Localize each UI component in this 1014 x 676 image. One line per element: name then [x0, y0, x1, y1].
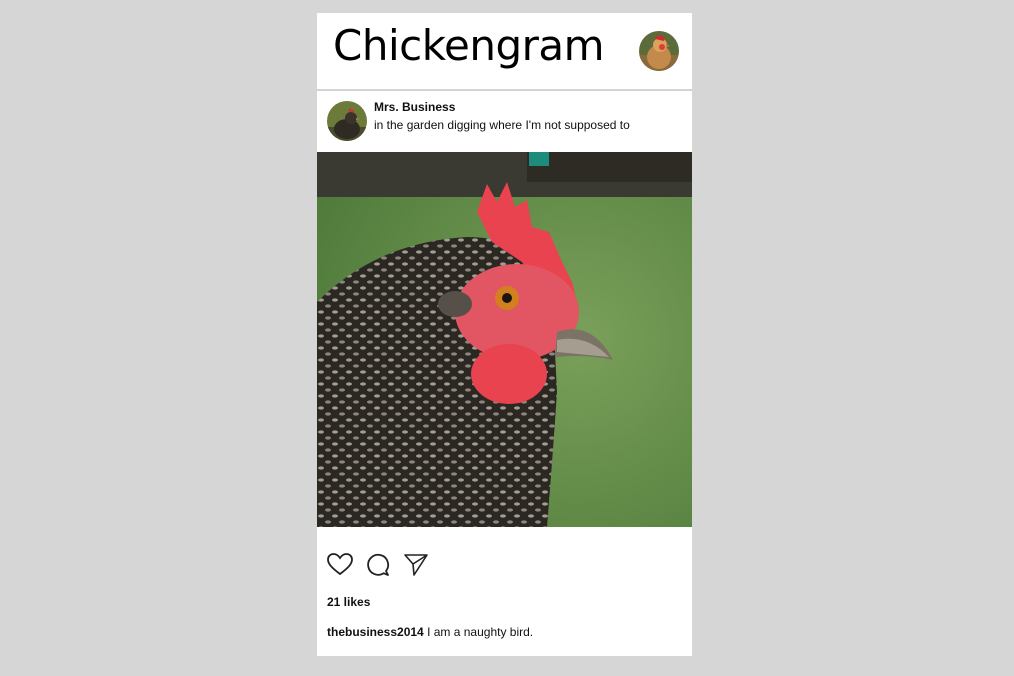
comment: thebusiness2014 I am a naughty bird. [327, 625, 533, 639]
app-title: Chickengram [333, 21, 605, 70]
share-icon [404, 554, 428, 576]
comment-button[interactable] [364, 550, 392, 578]
share-button[interactable] [402, 550, 430, 578]
author-avatar[interactable] [327, 101, 367, 141]
likes-count[interactable]: 21 likes [327, 595, 370, 609]
comment-text: I am a naughty bird. [427, 625, 534, 639]
post-actions [326, 550, 526, 578]
like-button[interactable] [326, 550, 354, 578]
hen-avatar-icon [327, 101, 367, 141]
heart-icon [327, 553, 353, 576]
comment-username[interactable]: thebusiness2014 [327, 625, 424, 639]
app-header: Chickengram [317, 13, 692, 91]
chicken-avatar-icon [639, 31, 679, 71]
comment-icon [367, 553, 389, 576]
post-photo[interactable] [317, 152, 692, 527]
post-caption: in the garden digging where I'm not supp… [374, 118, 630, 132]
post-header: Mrs. Business in the garden digging wher… [317, 91, 692, 152]
chicken-photo [317, 152, 692, 527]
post-author[interactable]: Mrs. Business [374, 100, 455, 114]
profile-avatar[interactable] [639, 31, 679, 71]
post-card: Chickengram Mrs. Business in the garden … [317, 13, 692, 656]
